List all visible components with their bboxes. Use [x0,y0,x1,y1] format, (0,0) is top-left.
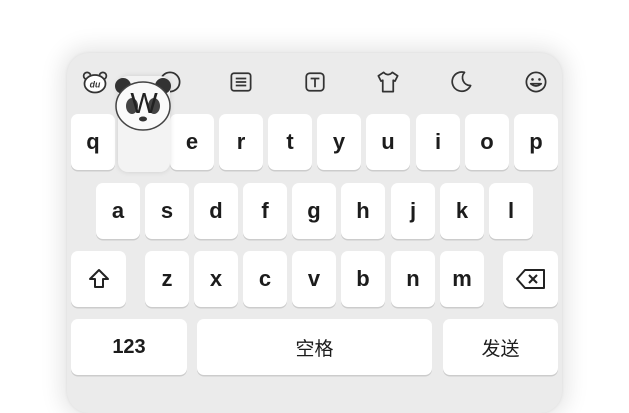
numbers-key[interactable]: 123 [71,319,187,375]
key-label: d [209,198,223,223]
logo-text: du [90,79,101,89]
key-e[interactable]: e [170,114,214,170]
space-key[interactable]: 空格 [197,319,432,375]
key-label: z [161,266,173,291]
key-label: b [356,266,370,291]
backspace-key[interactable] [503,251,558,307]
shift-icon [88,269,109,288]
key-o[interactable]: o [465,114,509,170]
key-k[interactable]: k [440,183,484,239]
key-label: q [86,129,100,154]
key-label: l [507,198,515,223]
key-j[interactable]: j [391,183,435,239]
shift-key[interactable] [71,251,126,307]
key-label: k [455,198,469,223]
key-label: t [286,129,294,154]
key-label: o [480,129,494,154]
key-label: j [409,198,417,223]
key-f[interactable]: f [243,183,287,239]
key-g[interactable]: g [292,183,336,239]
key-s[interactable]: s [145,183,189,239]
key-b[interactable]: b [341,251,385,307]
key-label: f [261,198,269,223]
key-label: y [332,129,346,154]
numbers-key-label: 123 [112,335,146,358]
key-n[interactable]: n [391,251,435,307]
send-key-label: 发送 [481,338,520,360]
key-label: m [452,266,472,291]
key-label: h [356,198,370,223]
panda-logo-icon[interactable]: du [80,67,110,97]
space-key-label: 空格 [295,338,334,360]
key-label: i [434,129,442,154]
key-label: p [529,129,543,154]
theme-shirt-icon[interactable] [373,67,403,97]
key-t[interactable]: t [268,114,312,170]
key-y[interactable]: y [317,114,361,170]
key-label: e [185,129,199,154]
key-label: r [236,129,246,154]
key-label: n [406,266,420,291]
key-label: c [258,266,272,291]
key-label: x [209,266,223,291]
key-d[interactable]: d [194,183,238,239]
key-z[interactable]: z [145,251,189,307]
key-p[interactable]: p [514,114,558,170]
backspace-icon [515,269,545,289]
clipboard-icon[interactable] [226,67,256,97]
key-label: u [381,129,395,154]
key-x[interactable]: x [194,251,238,307]
key-label: v [307,266,321,291]
dark-mode-icon[interactable] [446,67,476,97]
key-r[interactable]: r [219,114,263,170]
key-i[interactable]: i [416,114,460,170]
key-label: a [111,198,125,223]
key-q[interactable]: q [71,114,115,170]
key-preview-char: W [130,88,158,120]
key-label: g [307,198,321,223]
text-edit-icon[interactable] [300,67,330,97]
key-a[interactable]: a [96,183,140,239]
key-v[interactable]: v [292,251,336,307]
key-preview-char-layer: W [118,76,170,172]
send-key[interactable]: 发送 [443,319,558,375]
smiley-icon[interactable] [521,67,551,97]
key-h[interactable]: h [341,183,385,239]
key-m[interactable]: m [440,251,484,307]
key-l[interactable]: l [489,183,533,239]
key-c[interactable]: c [243,251,287,307]
key-label: s [160,198,174,223]
key-u[interactable]: u [366,114,410,170]
